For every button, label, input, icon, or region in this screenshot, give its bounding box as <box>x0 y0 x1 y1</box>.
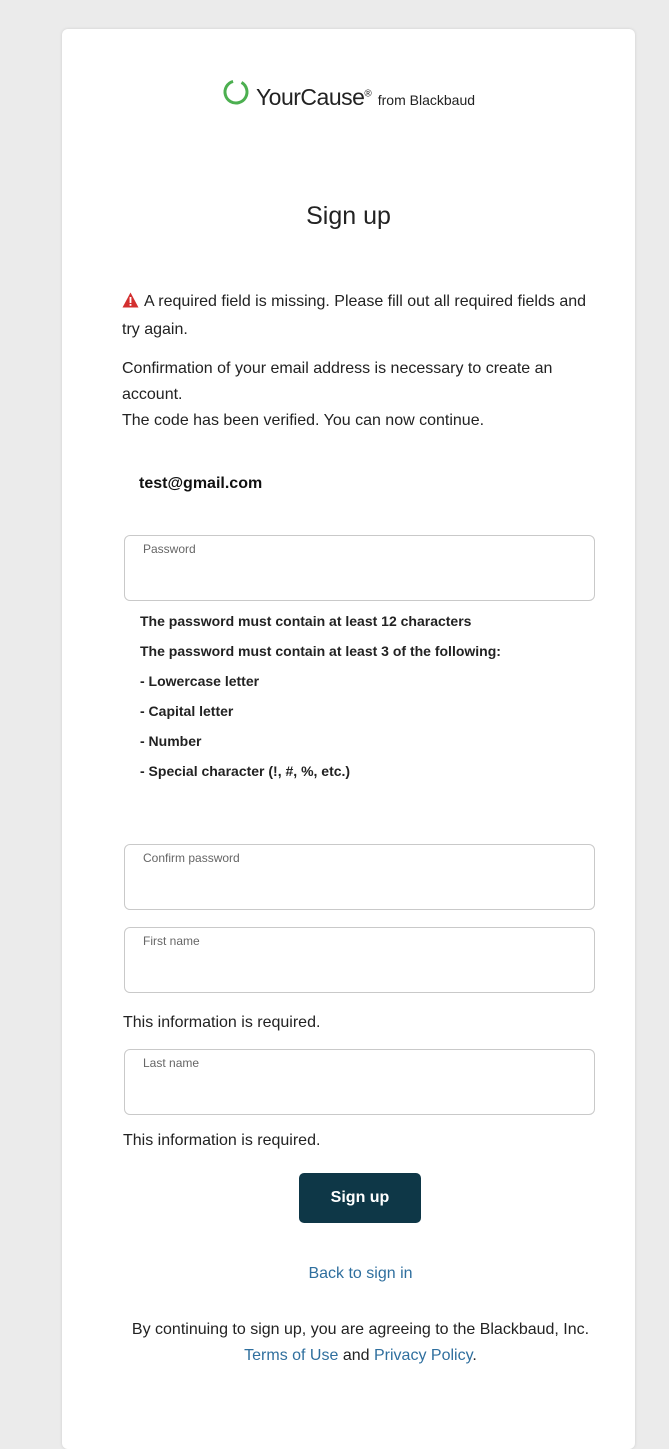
legal-prefix: By continuing to sign up, you are agreei… <box>131 1321 590 1338</box>
logo-ring-icon <box>222 78 250 111</box>
back-to-sign-in-link[interactable]: Back to sign in <box>62 1265 659 1283</box>
confirm-password-field[interactable]: Confirm password <box>124 844 595 910</box>
password-rule: - Capital letter <box>140 703 234 719</box>
last-name-required-message: This information is required. <box>123 1132 321 1149</box>
logo-suffix: from Blackbaud <box>377 91 476 108</box>
first-name-label: First name <box>143 934 200 948</box>
first-name-input[interactable] <box>142 954 576 986</box>
last-name-input[interactable] <box>142 1076 576 1108</box>
password-rule: The password must contain at least 3 of … <box>140 643 501 659</box>
password-field[interactable]: Password <box>124 535 595 601</box>
info-line-1: Confirmation of your email address is ne… <box>122 360 553 403</box>
terms-of-use-link[interactable]: Terms of Use <box>244 1347 338 1364</box>
password-rule: - Lowercase letter <box>140 673 260 689</box>
warning-icon <box>122 291 139 317</box>
logo-brand: YourCause® <box>255 84 372 110</box>
info-line-2: The code has been verified. You can now … <box>122 412 485 429</box>
error-text: A required field is missing. Please fill… <box>122 293 587 338</box>
password-label: Password <box>143 542 196 556</box>
last-name-field[interactable]: Last name <box>124 1049 595 1115</box>
legal-notice: By continuing to sign up, you are agreei… <box>122 1317 599 1369</box>
confirm-password-label: Confirm password <box>143 851 240 865</box>
first-name-required-message: This information is required. <box>123 1014 321 1031</box>
privacy-policy-link[interactable]: Privacy Policy <box>374 1347 472 1364</box>
email-display: test@gmail.com <box>139 475 263 492</box>
email-confirmation-info: Confirmation of your email address is ne… <box>122 356 602 434</box>
first-name-field[interactable]: First name <box>124 927 595 993</box>
password-rule: The password must contain at least 12 ch… <box>140 613 472 629</box>
password-input[interactable] <box>142 562 576 594</box>
legal-period: . <box>472 1347 477 1364</box>
signup-card: YourCause® from Blackbaud Sign up A requ… <box>62 29 635 1449</box>
error-message: A required field is missing. Please fill… <box>122 289 602 343</box>
password-rules: The password must contain at least 12 ch… <box>140 611 501 791</box>
password-rule: - Number <box>140 733 202 749</box>
yourcause-logo: YourCause® from Blackbaud <box>62 79 635 111</box>
sign-up-button[interactable]: Sign up <box>299 1173 421 1223</box>
confirm-password-input[interactable] <box>142 871 576 903</box>
password-rule: - Special character (!, #, %, etc.) <box>140 763 351 779</box>
last-name-label: Last name <box>143 1056 200 1070</box>
legal-and: and <box>342 1347 370 1364</box>
page-title: Sign up <box>306 202 391 230</box>
